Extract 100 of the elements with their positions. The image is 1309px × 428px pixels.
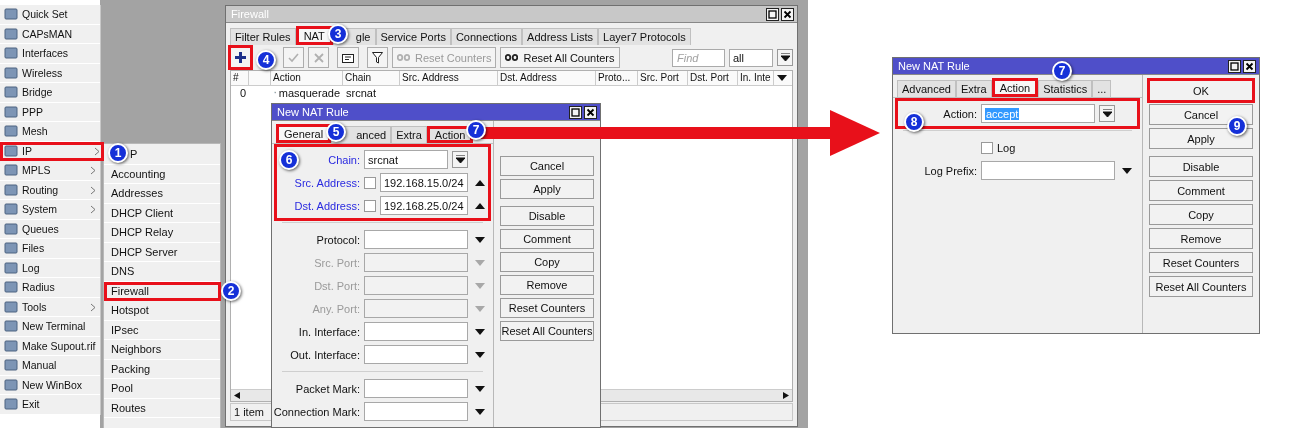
dialog-button[interactable]: Copy xyxy=(1149,204,1253,225)
menu-item[interactable]: New WinBox xyxy=(0,375,100,395)
dropdown-button[interactable] xyxy=(777,49,793,66)
menu-item[interactable]: DHCP Client xyxy=(104,203,220,223)
menu-item[interactable]: Packing xyxy=(104,359,220,379)
dialog-button[interactable]: Reset All Counters xyxy=(500,321,594,341)
dialog-button[interactable]: Disable xyxy=(1149,156,1253,177)
menu-item[interactable]: Quick Set xyxy=(0,5,100,25)
input-field[interactable] xyxy=(364,345,468,364)
dialog-button[interactable]: Comment xyxy=(500,229,594,249)
column-header[interactable]: # xyxy=(231,71,249,85)
dropdown-button[interactable] xyxy=(1099,105,1115,122)
comment-button[interactable] xyxy=(337,47,359,68)
menu-item[interactable]: CAPsMAN xyxy=(0,24,100,44)
column-header[interactable]: In. Inte xyxy=(738,71,774,85)
dialog-button[interactable]: Reset Counters xyxy=(500,298,594,318)
menu-item[interactable]: Files xyxy=(0,239,100,259)
menu-item[interactable]: DHCP Server xyxy=(104,242,220,262)
menu-item[interactable]: New Terminal xyxy=(0,317,100,337)
filter-button[interactable] xyxy=(367,47,388,68)
maximize-icon[interactable] xyxy=(1228,59,1241,73)
close-icon[interactable] xyxy=(584,105,597,119)
input-field[interactable] xyxy=(981,161,1115,180)
tab[interactable]: Address Lists xyxy=(522,28,599,45)
dialog-button[interactable]: Disable xyxy=(500,206,594,226)
dialog-button[interactable]: Copy xyxy=(500,252,594,272)
dropdown-icon[interactable] xyxy=(1122,167,1132,174)
column-header[interactable]: Action xyxy=(271,71,343,85)
scroll-left-icon[interactable] xyxy=(234,392,240,399)
input-field[interactable] xyxy=(364,253,468,272)
input-field[interactable]: 192.168.15.0/24 xyxy=(380,173,468,192)
checkbox[interactable] xyxy=(364,199,376,212)
dropdown-icon[interactable] xyxy=(475,328,485,335)
menu-item[interactable]: PPP xyxy=(0,102,100,122)
menu-item[interactable]: Hotspot xyxy=(104,301,220,321)
dropdown-button[interactable] xyxy=(452,151,468,168)
column-menu-icon[interactable] xyxy=(777,75,787,81)
menu-item[interactable]: IPsec xyxy=(104,320,220,340)
checkbox[interactable] xyxy=(364,176,376,189)
menu-item[interactable]: Routes xyxy=(104,398,220,418)
menu-item[interactable]: Manual xyxy=(0,356,100,376)
menu-item[interactable]: Pool xyxy=(104,379,220,399)
menu-item[interactable]: IP xyxy=(0,141,104,161)
collapse-icon[interactable] xyxy=(475,179,485,186)
menu-item[interactable]: Interfaces xyxy=(0,44,100,64)
input-field[interactable] xyxy=(364,276,468,295)
tab[interactable]: Layer7 Protocols xyxy=(598,28,691,45)
maximize-icon[interactable] xyxy=(766,7,779,21)
column-header[interactable]: Src. Port xyxy=(638,71,688,85)
input-field[interactable] xyxy=(364,379,468,398)
checkbox[interactable] xyxy=(981,141,993,154)
tab[interactable]: ... xyxy=(1092,80,1112,97)
dialog-button[interactable]: Remove xyxy=(500,275,594,295)
menu-item[interactable]: Firewall xyxy=(104,281,221,301)
column-header[interactable]: Dst. Port xyxy=(688,71,738,85)
input-field[interactable]: 192.168.25.0/24 xyxy=(380,196,468,215)
dialog-button[interactable]: OK xyxy=(1149,80,1253,101)
input-field[interactable] xyxy=(364,299,468,318)
menu-item[interactable]: DNS xyxy=(104,262,220,282)
tab[interactable]: Advanced xyxy=(897,80,956,97)
dropdown-icon[interactable] xyxy=(475,408,485,415)
menu-item[interactable]: Bridge xyxy=(0,83,100,103)
menu-item[interactable]: Tools xyxy=(0,297,100,317)
menu-item[interactable]: Addresses xyxy=(104,184,220,204)
scroll-right-icon[interactable] xyxy=(783,392,789,399)
menu-item[interactable]: DHCP Relay xyxy=(104,223,220,243)
tab[interactable]: Action xyxy=(991,78,1039,97)
column-header[interactable]: Dst. Address xyxy=(498,71,596,85)
menu-item[interactable]: Make Supout.rif xyxy=(0,336,100,356)
menu-item[interactable]: Mesh xyxy=(0,122,100,142)
dialog-button[interactable]: Reset Counters xyxy=(1149,252,1253,273)
dialog-button[interactable]: Remove xyxy=(1149,228,1253,249)
tab[interactable]: Extra xyxy=(955,80,992,97)
select-field[interactable]: all xyxy=(729,48,773,67)
maximize-icon[interactable] xyxy=(569,105,582,119)
tab[interactable]: General xyxy=(276,124,332,143)
menu-item[interactable]: Queues xyxy=(0,219,100,239)
menu-item[interactable]: System xyxy=(0,200,100,220)
dropdown-icon[interactable] xyxy=(475,351,485,358)
dialog-button[interactable]: Comment xyxy=(1149,180,1253,201)
column-header[interactable]: Src. Address xyxy=(400,71,498,85)
dialog-button[interactable]: Reset All Counters xyxy=(1149,276,1253,297)
menu-item[interactable]: Radius xyxy=(0,278,100,298)
dialog-button[interactable]: Apply xyxy=(500,179,594,199)
input-field[interactable] xyxy=(364,402,468,421)
menu-item[interactable]: Routing xyxy=(0,180,100,200)
menu-item[interactable]: Log xyxy=(0,258,100,278)
close-icon[interactable] xyxy=(781,7,794,21)
tab[interactable]: Connections xyxy=(450,28,523,45)
tab[interactable]: Filter Rules xyxy=(230,28,296,45)
tab[interactable]: Statistics xyxy=(1038,80,1093,97)
dropdown-icon[interactable] xyxy=(475,385,485,392)
menu-item[interactable]: Wireless xyxy=(0,63,100,83)
column-header[interactable]: Chain xyxy=(343,71,400,85)
menu-item[interactable]: Accounting xyxy=(104,164,220,184)
menu-item[interactable]: Neighbors xyxy=(104,340,220,360)
column-header[interactable]: Proto... xyxy=(596,71,638,85)
toolbar-button[interactable]: Reset All Counters xyxy=(500,47,620,68)
tab[interactable]: Service Ports xyxy=(375,28,451,45)
menu-item[interactable]: Exit xyxy=(0,395,100,415)
